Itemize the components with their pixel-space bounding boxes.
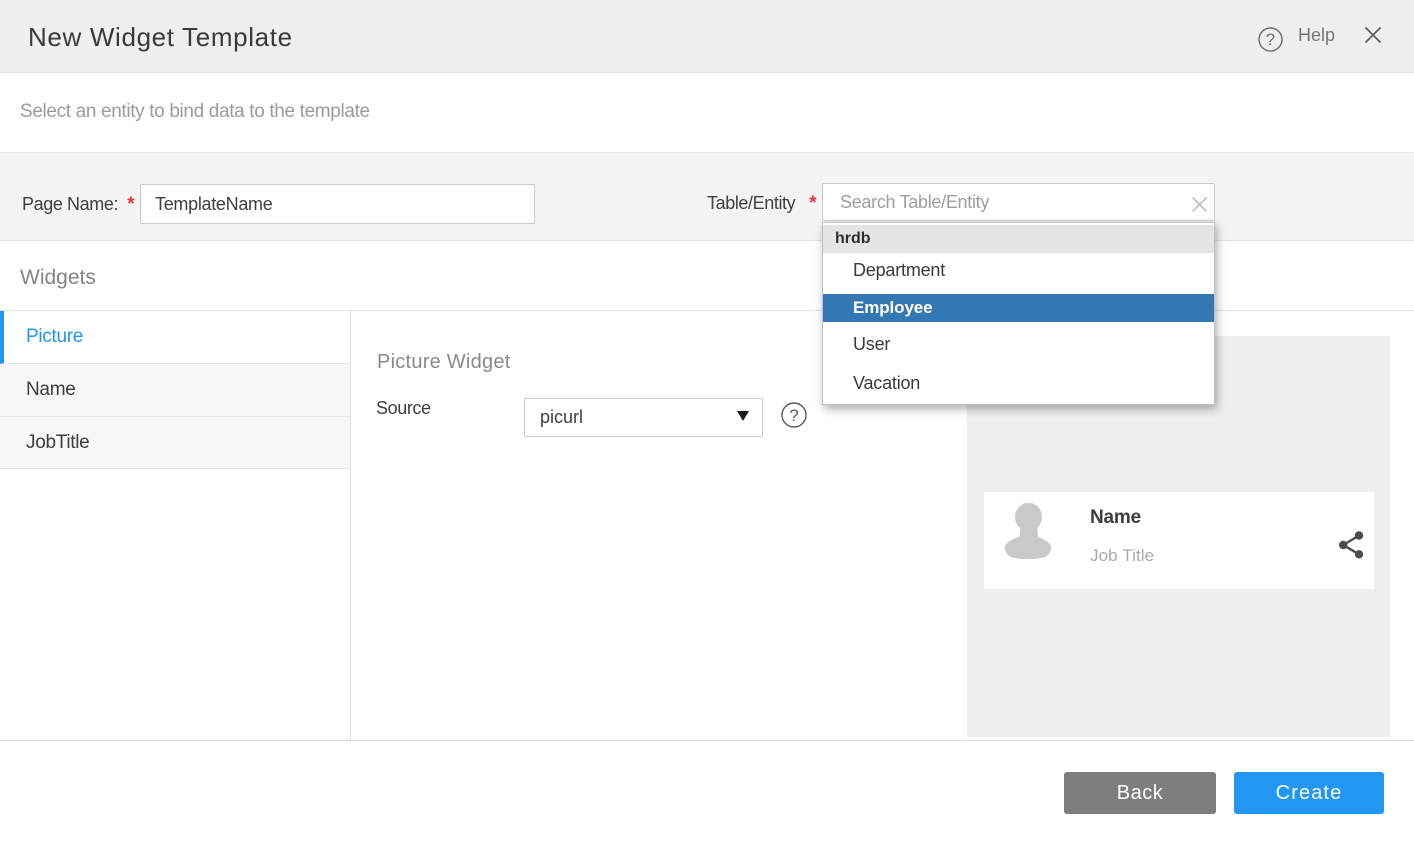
svg-text:?: ? — [789, 406, 798, 425]
svg-text:?: ? — [1266, 31, 1275, 49]
